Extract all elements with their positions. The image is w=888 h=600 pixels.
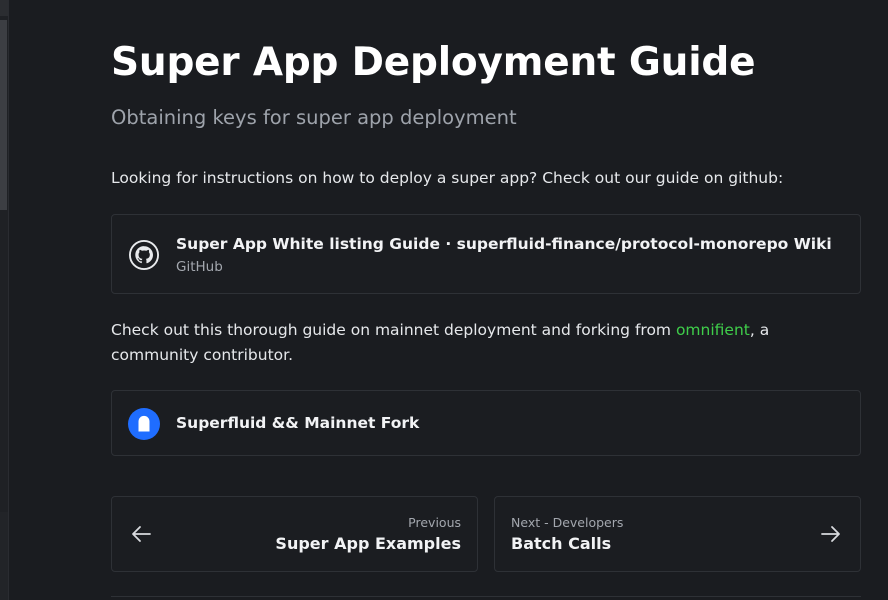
next-label: Next - Developers	[511, 515, 624, 530]
page-subtitle: Obtaining keys for super app deployment	[111, 106, 517, 129]
previous-label: Previous	[408, 515, 461, 530]
previous-title: Super App Examples	[275, 534, 461, 553]
next-page-link[interactable]: Next - Developers Batch Calls	[494, 496, 861, 572]
fork-card-title: Superfluid && Mainnet Fork	[176, 414, 420, 432]
previous-page-link[interactable]: Previous Super App Examples	[111, 496, 478, 572]
omnifient-link[interactable]: omnifient	[676, 321, 750, 339]
github-guide-card[interactable]: Super App White listing Guide · superflu…	[111, 214, 861, 294]
arrow-left-icon	[132, 526, 151, 542]
mainnet-paragraph: Check out this thorough guide on mainnet…	[111, 318, 856, 367]
intro-paragraph: Looking for instructions on how to deplo…	[111, 169, 784, 187]
scrollbar-top	[0, 0, 8, 16]
scrollbar-thumb[interactable]	[0, 20, 7, 210]
left-scrollbar[interactable]	[0, 0, 9, 600]
github-card-title: Super App White listing Guide · superflu…	[176, 235, 832, 253]
superfluid-icon	[128, 408, 160, 440]
arrow-right-icon	[821, 526, 840, 542]
footer-divider	[111, 596, 861, 597]
github-icon	[129, 240, 159, 270]
mainnet-fork-card[interactable]: Superfluid && Mainnet Fork	[111, 390, 861, 456]
next-title: Batch Calls	[511, 534, 612, 553]
mainnet-text-before: Check out this thorough guide on mainnet…	[111, 321, 676, 339]
page-title: Super App Deployment Guide	[111, 40, 756, 85]
github-card-source: GitHub	[176, 259, 223, 275]
scrollbar-bottom	[0, 512, 8, 600]
